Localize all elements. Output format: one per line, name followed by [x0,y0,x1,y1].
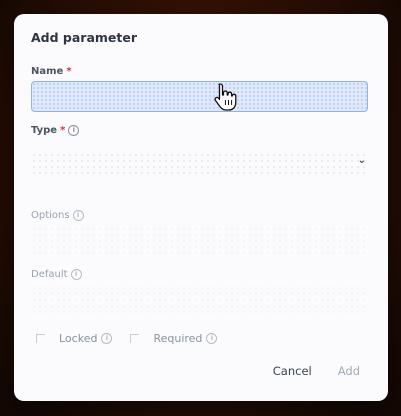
locked-checkbox[interactable] [36,334,45,343]
default-field[interactable] [31,285,368,315]
name-input[interactable] [32,82,383,111]
default-info-icon[interactable]: i [70,269,82,280]
required-checkbox[interactable] [130,334,140,343]
options-label: Options [31,210,70,221]
checkbox-row: Locked i Required i [36,332,235,345]
chevron-down-icon: ⌄ [357,155,366,166]
hand-pointer-cursor-icon [214,83,237,111]
options-label-row: Options i [31,210,84,221]
default-label: Default [31,269,68,280]
add-button[interactable]: Add [338,364,360,378]
default-label-row: Default i [31,269,82,280]
required-label: Required [153,332,203,345]
name-label-row: Name * [31,66,72,77]
dialog-title: Add parameter [31,30,138,45]
options-info-icon[interactable]: i [72,210,84,221]
add-parameter-dialog: Add parameter Name * Type * i ⌄ Options i… [14,14,388,401]
name-required-mark: * [66,66,72,77]
locked-info-icon[interactable]: i [101,333,113,344]
name-label: Name [31,66,64,77]
required-info-icon[interactable]: i [206,333,218,344]
cancel-button[interactable]: Cancel [273,364,312,378]
type-select[interactable]: ⌄ [31,152,368,176]
type-info-icon[interactable]: i [68,125,80,136]
required-option[interactable]: Required i [130,332,218,345]
type-required-mark: * [60,125,66,136]
name-input-wrapper[interactable] [31,81,383,112]
dialog-footer: Cancel Add [273,364,360,378]
locked-option[interactable]: Locked i [36,332,113,345]
locked-label: Locked [59,332,98,345]
options-field[interactable] [31,226,368,256]
type-label: Type [31,125,58,136]
type-label-row: Type * i [31,125,80,136]
